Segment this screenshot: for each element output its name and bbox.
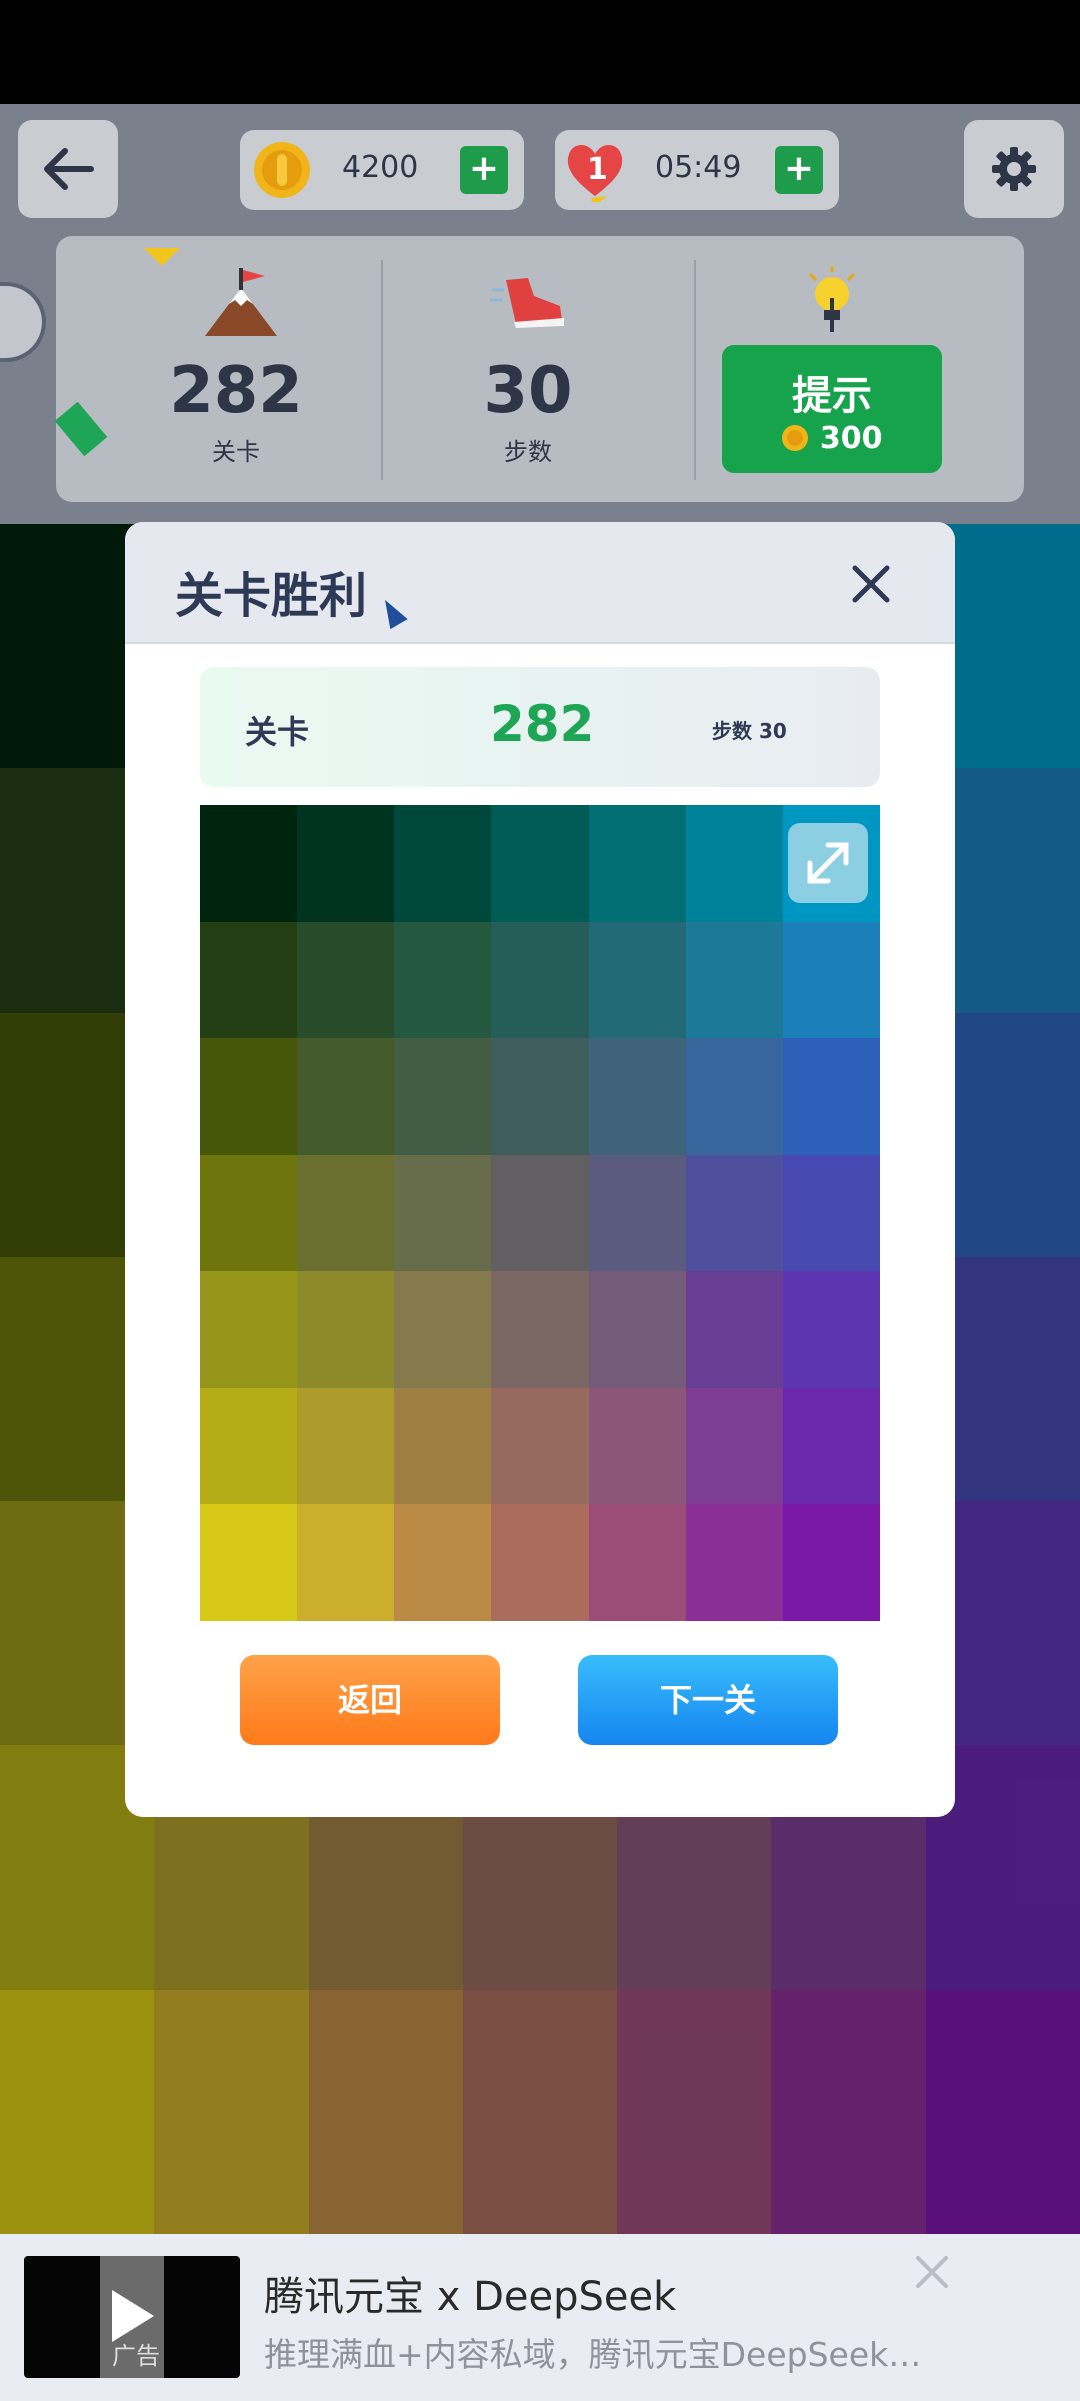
result-tile	[200, 1387, 298, 1505]
summary-steps: 步数 30	[712, 719, 787, 743]
life-timer: 05:49	[655, 150, 742, 185]
result-tile	[491, 1154, 589, 1272]
ad-banner[interactable]: 广告 腾讯元宝 x DeepSeek 推理满血+内容私域，腾讯元宝DeepSee…	[0, 2234, 1080, 2401]
back-arrow-icon	[44, 148, 94, 190]
lightbulb-icon	[808, 266, 856, 332]
add-coins-button[interactable]: +	[460, 146, 508, 194]
result-tile	[297, 1154, 395, 1272]
result-tile	[588, 1271, 686, 1388]
add-lives-button[interactable]: +	[775, 146, 823, 194]
result-tile	[297, 1504, 395, 1621]
coin-icon	[782, 425, 809, 451]
close-icon[interactable]	[841, 554, 901, 614]
result-tile	[588, 1504, 686, 1621]
dialog-title: 关卡胜利	[175, 568, 368, 624]
next-level-button[interactable]: 下一关	[578, 1655, 838, 1745]
summary-level-label: 关卡	[245, 713, 310, 751]
result-tile	[297, 921, 395, 1039]
ad-tag: 广告	[112, 2342, 160, 2370]
coin-count: 4200	[342, 150, 419, 185]
result-tile	[491, 921, 589, 1039]
back-button[interactable]	[18, 120, 118, 218]
result-tile	[394, 921, 492, 1039]
lives-count: 1	[587, 152, 608, 187]
coin-icon	[254, 142, 310, 198]
result-tile	[782, 1504, 880, 1621]
result-tile	[394, 1271, 492, 1388]
result-tile	[782, 1038, 880, 1155]
result-tile	[491, 1504, 589, 1621]
result-tile	[782, 1271, 880, 1388]
expand-icon	[807, 842, 849, 884]
steps-number: 30	[483, 354, 573, 428]
result-tile	[782, 921, 880, 1039]
steps-stat: 30 步数	[378, 236, 678, 502]
result-tile	[782, 1154, 880, 1272]
hint-button[interactable]: 提示 300	[722, 345, 942, 473]
result-tile	[685, 1504, 783, 1621]
stats-divider	[694, 260, 696, 480]
result-tile	[491, 1038, 589, 1155]
result-tile	[297, 1038, 395, 1155]
result-tile	[200, 1271, 298, 1388]
dialog-header: 关卡胜利	[125, 522, 955, 644]
mountain-flag-icon	[205, 268, 277, 336]
result-tile	[782, 1387, 880, 1505]
result-tile	[685, 805, 783, 922]
result-tile	[491, 1271, 589, 1388]
sneaker-icon	[490, 278, 564, 328]
hint-cost: 300	[722, 421, 942, 456]
result-tile	[297, 1271, 395, 1388]
victory-dialog: 关卡胜利 关卡 282 步数 30 返回 下一关	[125, 522, 955, 1817]
result-tile	[394, 805, 492, 922]
result-tile	[200, 1504, 298, 1621]
result-tile	[685, 1271, 783, 1388]
result-tile	[200, 1038, 298, 1155]
result-tile	[588, 921, 686, 1039]
result-tile	[297, 1387, 395, 1505]
result-tile	[297, 805, 395, 922]
hint-label: 提示	[792, 373, 872, 419]
result-tile	[491, 805, 589, 922]
steps-label: 步数	[504, 438, 552, 466]
coin-counter: 4200 +	[240, 130, 524, 210]
ad-description: 推理满血+内容私域，腾讯元宝DeepSeek…	[264, 2335, 922, 2374]
result-tile	[588, 1154, 686, 1272]
lives-counter: 1 05:49 +	[555, 130, 839, 210]
ad-title: 腾讯元宝 x DeepSeek	[264, 2274, 677, 2320]
result-tile	[588, 1387, 686, 1505]
result-tile	[685, 1387, 783, 1505]
confetti-piece	[376, 594, 408, 630]
result-tile	[685, 1038, 783, 1155]
result-tile	[394, 1154, 492, 1272]
completed-board	[200, 805, 880, 1621]
close-icon[interactable]	[912, 2252, 952, 2292]
gear-icon	[992, 147, 1036, 191]
expand-button[interactable]	[788, 823, 868, 903]
result-tile	[491, 1387, 589, 1505]
result-tile	[685, 921, 783, 1039]
hint-cost-value: 300	[819, 421, 883, 456]
level-label: 关卡	[212, 438, 260, 466]
result-tile	[394, 1038, 492, 1155]
result-tile	[394, 1504, 492, 1621]
result-tile	[588, 1038, 686, 1155]
result-tile	[685, 1154, 783, 1272]
settings-button[interactable]	[964, 120, 1064, 218]
result-tile	[394, 1387, 492, 1505]
level-summary-card: 关卡 282 步数 30	[200, 667, 880, 787]
return-button[interactable]: 返回	[240, 1655, 500, 1745]
status-bar	[0, 0, 1080, 104]
level-number: 282	[169, 354, 303, 428]
confetti-piece	[144, 248, 180, 266]
level-stat: 282 关卡	[86, 236, 386, 502]
result-tile	[200, 921, 298, 1039]
summary-level-number: 282	[490, 695, 595, 753]
result-tile	[200, 1154, 298, 1272]
result-tile	[200, 805, 298, 922]
result-tile	[588, 805, 686, 922]
ad-thumbnail[interactable]: 广告	[24, 2256, 240, 2378]
